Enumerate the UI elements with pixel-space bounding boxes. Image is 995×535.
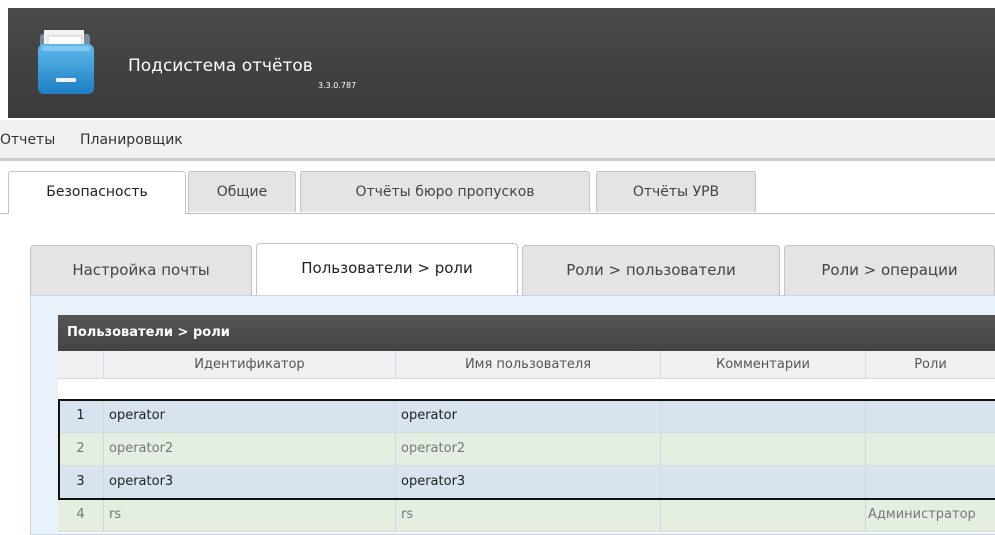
- table-row[interactable]: 2 operator2 operator2: [58, 433, 995, 466]
- grid-header: Идентификатор Имя пользователя Комментар…: [58, 351, 995, 379]
- tab-users-roles[interactable]: Пользователи > роли: [256, 243, 518, 297]
- app-version: 3.3.0.787: [318, 81, 357, 90]
- security-sub-tabs: Настройка почты Пользователи > роли Роли…: [30, 240, 995, 297]
- table-row[interactable]: 1 operator operator: [58, 400, 995, 433]
- comment-cell: [661, 499, 866, 531]
- comment-cell: [661, 433, 866, 465]
- comment-cell: [661, 400, 866, 432]
- column-header-identifier[interactable]: Идентификатор: [104, 351, 396, 378]
- username-cell: operator2: [396, 433, 661, 465]
- identifier-cell: rs: [104, 499, 396, 531]
- column-header-comments[interactable]: Комментарии: [661, 351, 866, 378]
- app-title: Подсистема отчётов: [128, 56, 313, 76]
- roles-cell: Администратор: [868, 507, 976, 522]
- column-header-username[interactable]: Имя пользователя: [396, 351, 661, 378]
- tab-general[interactable]: Общие: [188, 171, 296, 212]
- menu-item-reports[interactable]: Отчеты: [0, 132, 55, 148]
- tab-roles-users[interactable]: Роли > пользователи: [522, 245, 780, 295]
- identifier-cell: operator2: [104, 433, 396, 465]
- identifier-cell: operator3: [104, 466, 396, 498]
- column-header-roles[interactable]: Роли: [866, 351, 995, 378]
- category-tabs: Безопасность Общие Отчёты бюро пропусков…: [0, 171, 995, 214]
- row-number: 4: [58, 499, 104, 531]
- folder-app-icon: [38, 30, 94, 94]
- tab-pass-office-reports[interactable]: Отчёты бюро пропусков: [300, 171, 590, 212]
- row-number: 1: [58, 400, 104, 432]
- username-cell: operator: [396, 400, 661, 432]
- username-cell: rs: [396, 499, 661, 531]
- table-row[interactable]: 4 rs rs Администратор: [58, 499, 995, 532]
- row-number: 3: [58, 466, 104, 498]
- grid-caption: Пользователи > роли: [58, 315, 995, 351]
- column-header-number: [58, 351, 104, 378]
- roles-cell: [866, 433, 995, 465]
- roles-cell: [866, 466, 995, 498]
- users-roles-grid: Пользователи > роли Идентификатор Имя по…: [58, 315, 995, 533]
- comment-cell: [661, 466, 866, 498]
- identifier-cell: operator: [104, 400, 396, 432]
- tab-mail-settings[interactable]: Настройка почты: [30, 245, 252, 295]
- tab-roles-operations[interactable]: Роли > операции: [784, 245, 995, 295]
- roles-cell: [866, 400, 995, 432]
- menu-item-scheduler[interactable]: Планировщик: [80, 132, 183, 148]
- username-cell: operator3: [396, 466, 661, 498]
- app-header: Подсистема отчётов 3.3.0.787: [8, 8, 995, 118]
- table-row[interactable]: 3 operator3 operator3: [58, 466, 995, 499]
- tab-time-attendance-reports[interactable]: Отчёты УРВ: [596, 171, 756, 212]
- row-number: 2: [58, 433, 104, 465]
- tab-security[interactable]: Безопасность: [8, 171, 186, 214]
- main-menu: Отчеты Планировщик: [0, 120, 995, 161]
